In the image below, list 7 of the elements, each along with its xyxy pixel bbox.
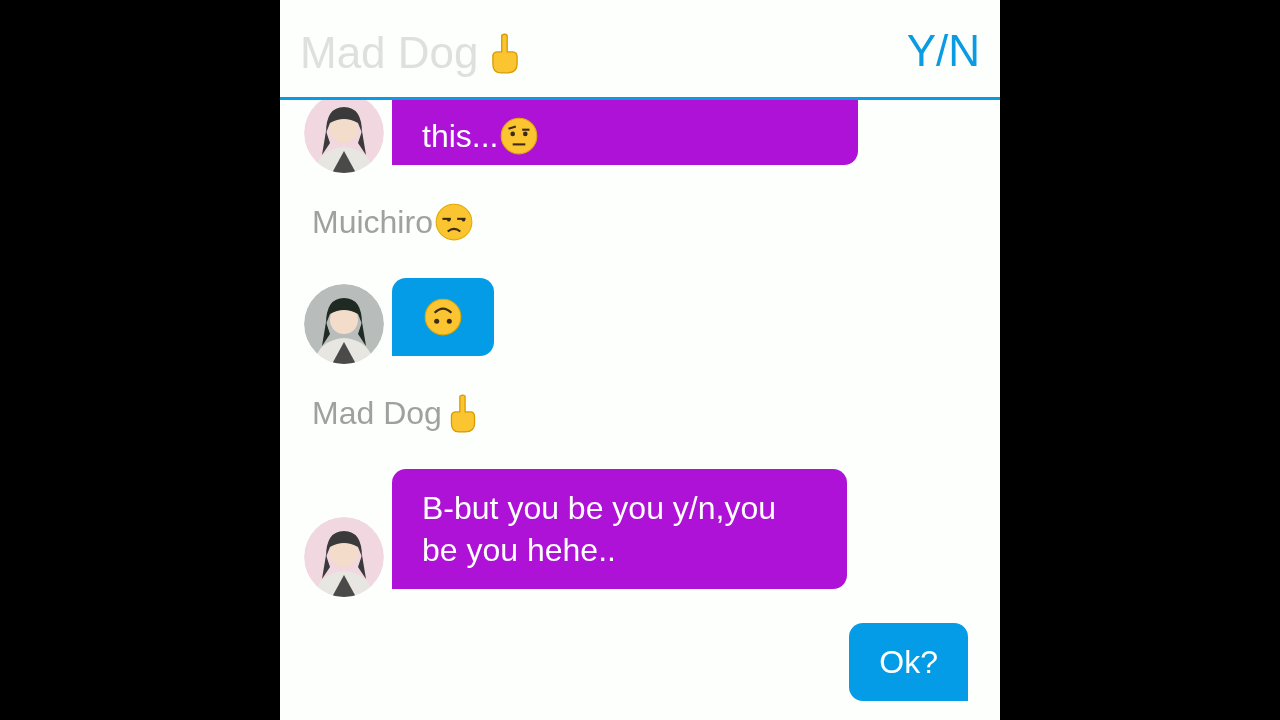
sender-name: Muichiro	[312, 202, 433, 242]
upside-down-face-icon	[422, 296, 464, 338]
contact-name: Y/N	[906, 24, 980, 77]
message-text: Ok?	[879, 643, 938, 682]
message-text: this...	[422, 117, 499, 156]
message-text: B-but you be you y/n,you be you hehe..	[422, 489, 777, 570]
sender-name: Mad Dog	[312, 393, 442, 433]
